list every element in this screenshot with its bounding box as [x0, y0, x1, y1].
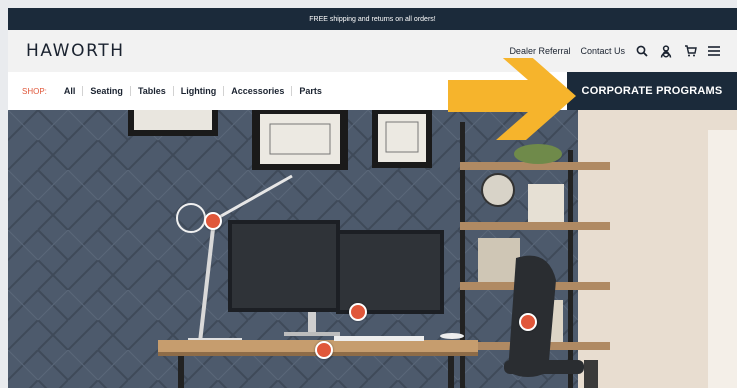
- dealer-referral-link[interactable]: Dealer Referral: [509, 46, 570, 56]
- haworth-logo[interactable]: HAWORTH: [26, 41, 125, 61]
- shop-item-lighting[interactable]: Lighting: [174, 86, 225, 96]
- shop-item-tables[interactable]: Tables: [131, 86, 174, 96]
- menu-icon[interactable]: [707, 44, 721, 58]
- shop-label: SHOP:: [22, 86, 47, 96]
- shop-nav: SHOP: All Seating Tables Lighting Access…: [8, 72, 737, 110]
- site-header: HAWORTH Dealer Referral Contact Us: [8, 30, 737, 72]
- hotspot-chair[interactable]: [519, 313, 537, 331]
- shop-item-seating[interactable]: Seating: [83, 86, 131, 96]
- header-utility: Dealer Referral Contact Us: [509, 44, 721, 58]
- shop-item-accessories[interactable]: Accessories: [224, 86, 293, 96]
- hotspot-lamp[interactable]: [204, 212, 222, 230]
- shop-item-parts[interactable]: Parts: [292, 86, 329, 96]
- search-icon[interactable]: [635, 44, 649, 58]
- shop-categories: All Seating Tables Lighting Accessories …: [57, 86, 329, 96]
- cart-icon[interactable]: [683, 44, 697, 58]
- promo-bar: FREE shipping and returns on all orders!: [8, 8, 737, 30]
- office-scene-illustration: [8, 110, 737, 388]
- promo-text: FREE shipping and returns on all orders!: [309, 15, 436, 23]
- hotspot-monitor-arm[interactable]: [349, 303, 367, 321]
- hero-image: [8, 110, 737, 388]
- shop-item-all[interactable]: All: [57, 86, 84, 96]
- page-frame: FREE shipping and returns on all orders!…: [8, 8, 737, 388]
- hotspot-desk[interactable]: [315, 341, 333, 359]
- account-icon[interactable]: [659, 44, 673, 58]
- arrow-pointer-icon: [448, 58, 576, 140]
- contact-us-link[interactable]: Contact Us: [580, 46, 625, 56]
